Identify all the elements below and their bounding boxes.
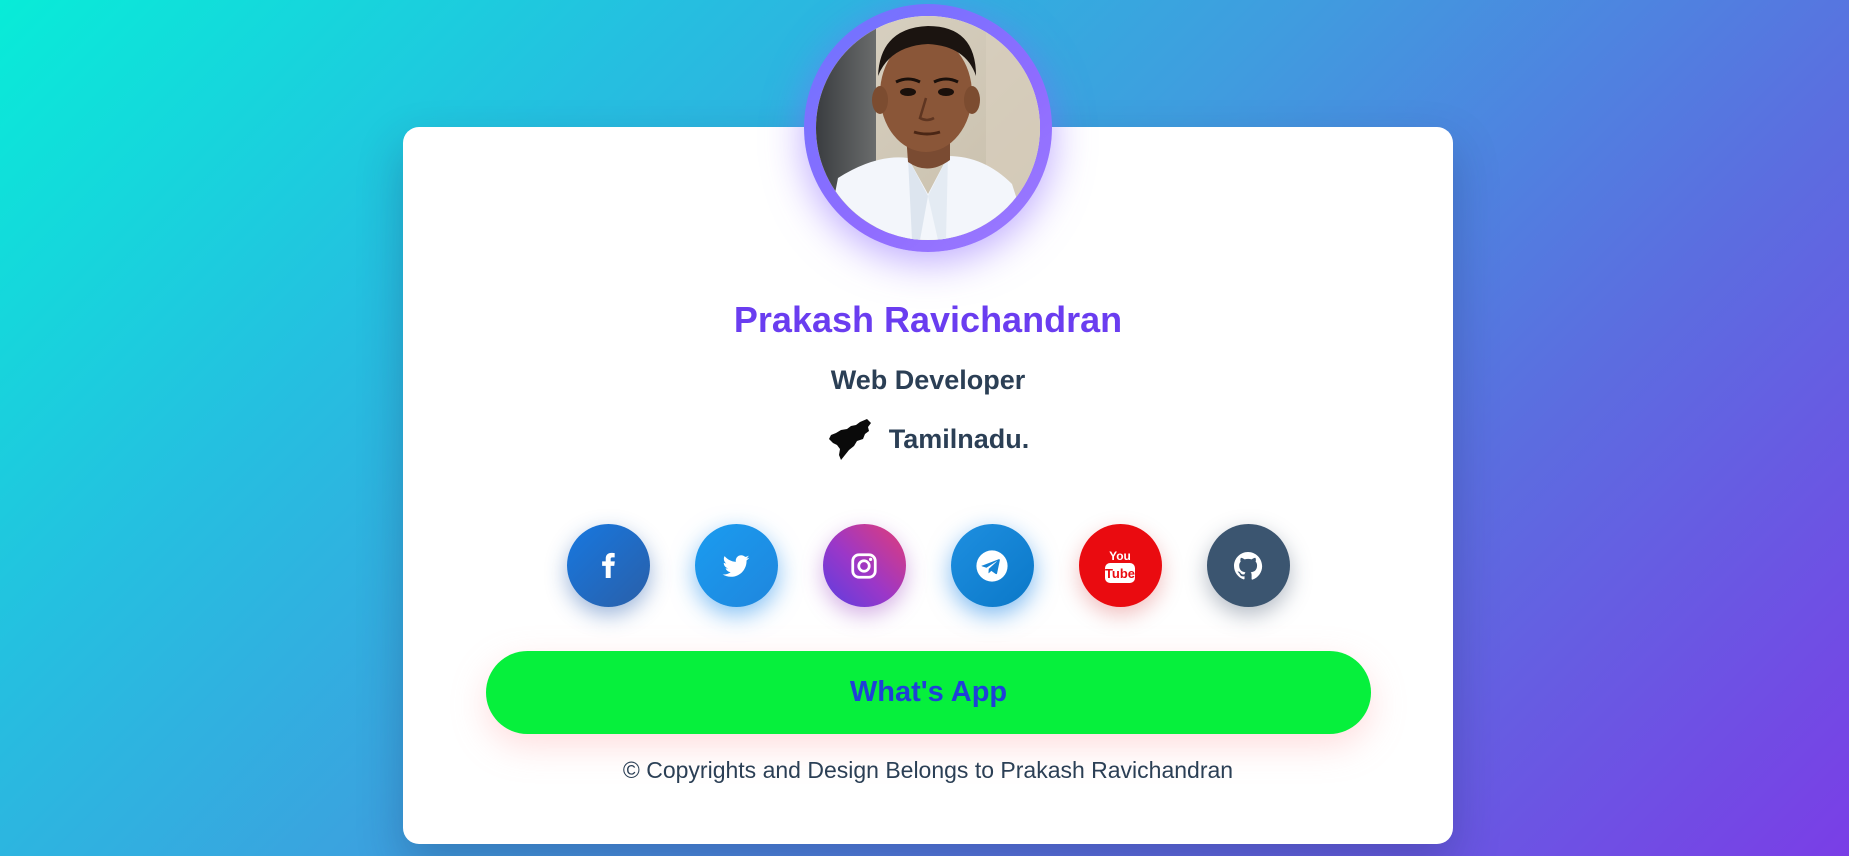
avatar-ring bbox=[804, 4, 1052, 252]
youtube-button[interactable]: You Tube bbox=[1078, 524, 1162, 607]
telegram-icon bbox=[976, 549, 1008, 582]
profile-photo-icon bbox=[816, 16, 1040, 240]
avatar bbox=[816, 16, 1040, 240]
location-text: Tamilnadu. bbox=[888, 423, 1030, 454]
github-icon bbox=[1234, 551, 1263, 580]
twitter-icon bbox=[722, 554, 750, 577]
profile-role: Web Developer bbox=[830, 365, 1026, 395]
facebook-icon bbox=[602, 552, 615, 578]
youtube-icon: You Tube bbox=[1105, 549, 1135, 583]
github-button[interactable] bbox=[1206, 524, 1290, 607]
svg-text:Tube: Tube bbox=[1105, 566, 1135, 581]
location: Tamilnadu. bbox=[403, 417, 1453, 461]
instagram-icon bbox=[851, 552, 877, 579]
svg-text:You: You bbox=[1109, 549, 1131, 563]
profile-name: Prakash Ravichandran bbox=[733, 299, 1123, 340]
instagram-button[interactable] bbox=[822, 524, 906, 607]
tamilnadu-map-icon bbox=[828, 419, 871, 460]
telegram-button[interactable] bbox=[950, 524, 1034, 607]
twitter-button[interactable] bbox=[694, 524, 778, 607]
footer-copyright: © Copyrights and Design Belongs to Praka… bbox=[622, 757, 1234, 783]
whatsapp-button[interactable]: What's App bbox=[486, 651, 1371, 734]
social-links: You Tube bbox=[403, 524, 1453, 607]
facebook-button[interactable] bbox=[566, 524, 650, 607]
